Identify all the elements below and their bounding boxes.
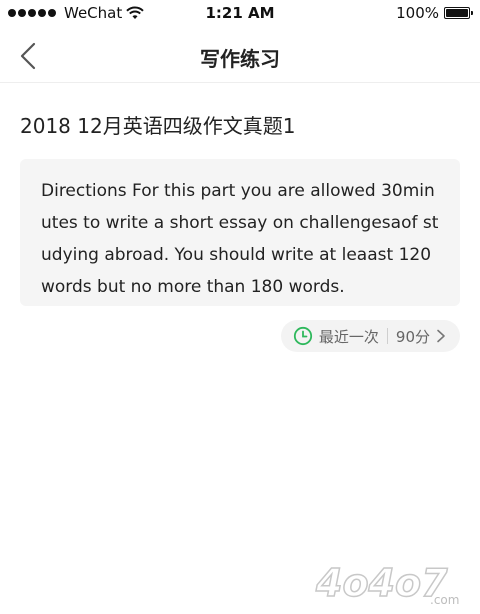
prompt-text: Directions For this part you are allowed… (41, 181, 439, 297)
battery-icon (444, 7, 473, 19)
chevron-right-icon (437, 329, 445, 343)
last-attempt-label: 最近一次 (318, 327, 379, 346)
last-attempt-button[interactable]: 最近一次 90分 (280, 320, 460, 352)
nav-bar: 写作练习 (0, 30, 480, 83)
watermark-text: 4o4o7 (315, 561, 448, 605)
battery-percentage: 100% (396, 4, 439, 22)
pill-divider (386, 328, 388, 344)
question-title: 2018 12月英语四级作文真题1 (20, 114, 296, 138)
screen: WeChat 1:21 AM 100% 写作练习 2018 12月英语四级作文真… (0, 0, 480, 614)
watermark-domain: .com (430, 593, 459, 607)
prompt-card: Directions For this part you are allowed… (20, 159, 460, 306)
watermark-logo: 4o4o7 .com (314, 560, 459, 607)
clock-icon (293, 326, 312, 346)
status-bar-right: 100% (396, 4, 473, 22)
status-bar: WeChat 1:21 AM 100% (0, 0, 480, 30)
last-attempt-score: 90分 (395, 327, 430, 346)
page-title: 写作练习 (200, 47, 280, 71)
